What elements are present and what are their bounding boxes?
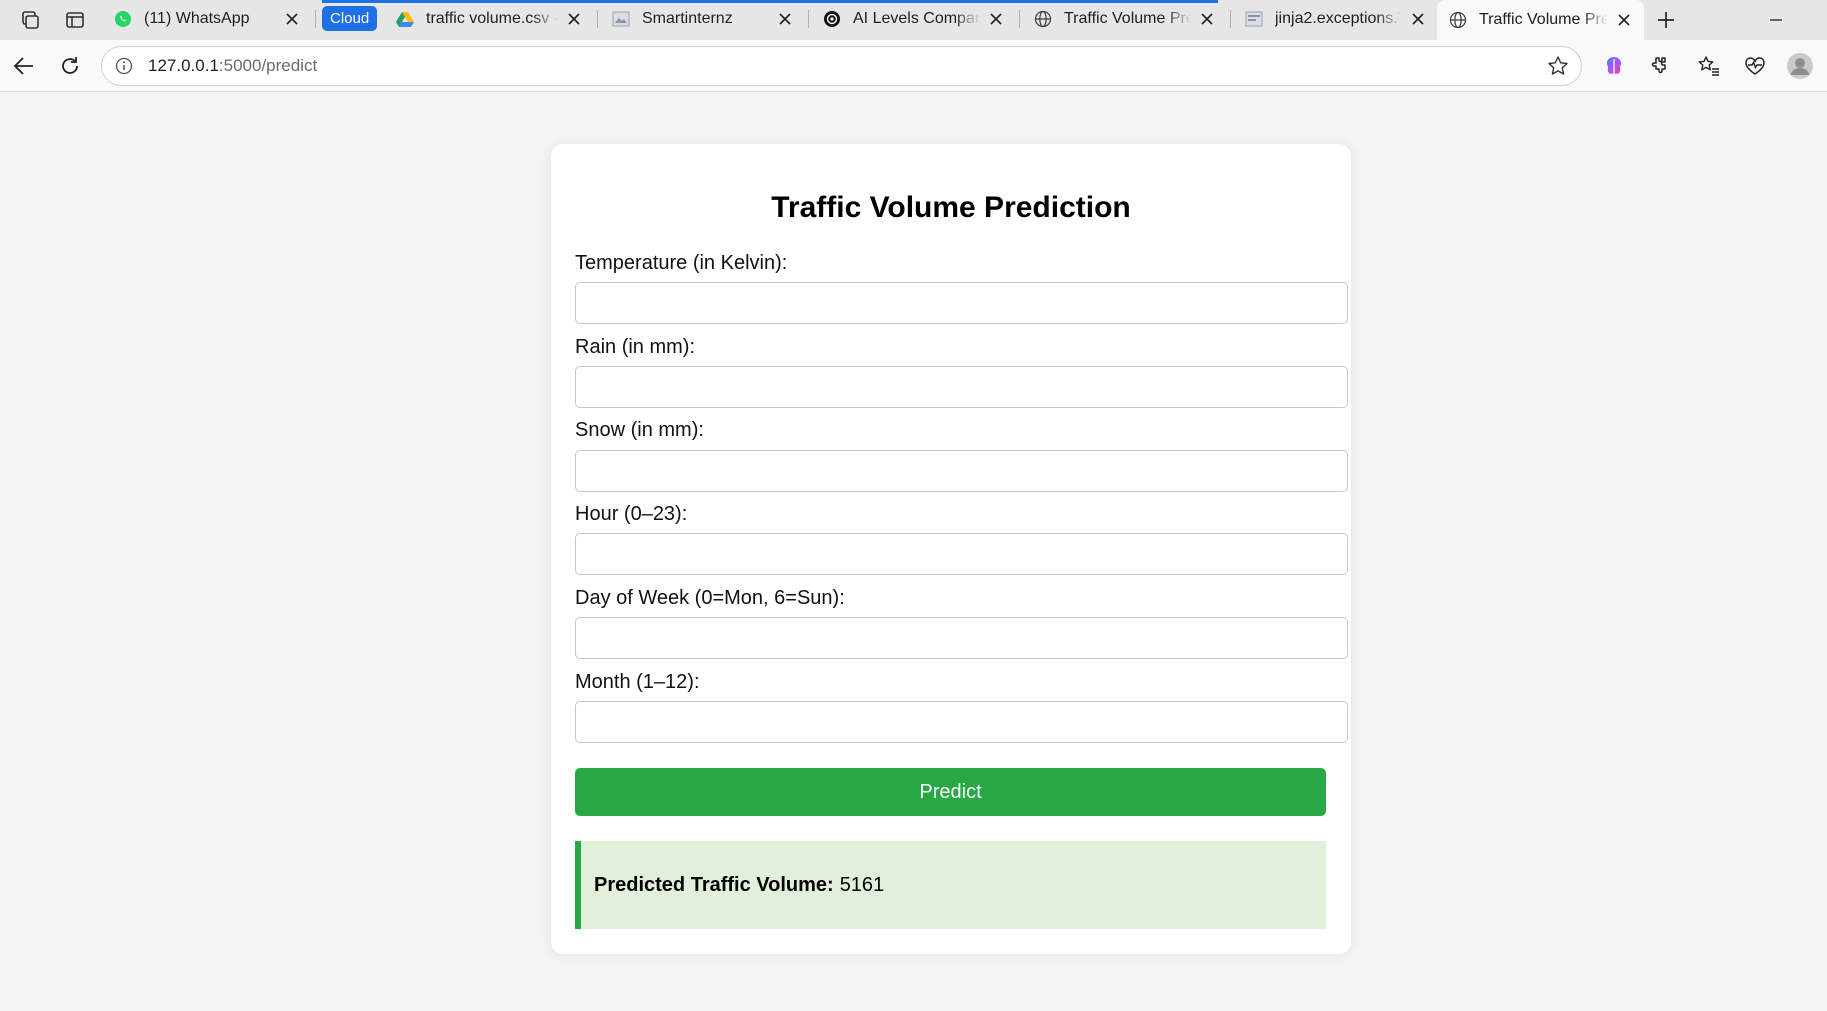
prediction-result: Predicted Traffic Volume: 5161	[575, 841, 1326, 929]
url-path: :5000/predict	[218, 56, 318, 75]
page-thumbnail-icon	[1245, 10, 1263, 28]
month-input[interactable]	[575, 701, 1348, 743]
puzzle-icon	[1651, 57, 1666, 74]
tab-smartinternz[interactable]: Smartinternz	[600, 0, 805, 37]
favorites-button[interactable]	[1692, 49, 1726, 83]
prediction-form-card: Traffic Volume Prediction Temperature (i…	[551, 144, 1351, 954]
reload-button[interactable]	[53, 49, 87, 83]
tab-title: traffic volume.csv - G	[426, 9, 558, 27]
snow-label: Snow (in mm):	[575, 419, 704, 441]
tab-separator	[315, 10, 316, 28]
profile-avatar[interactable]	[1783, 49, 1817, 83]
copilot-button[interactable]	[1597, 49, 1631, 83]
vertical-tabs-icon[interactable]	[59, 4, 91, 36]
url-text: 127.0.0.1:5000/predict	[148, 56, 317, 76]
globe-icon	[1449, 11, 1467, 29]
close-tab-icon[interactable]	[1614, 10, 1634, 30]
close-tab-icon[interactable]	[564, 9, 584, 29]
tab-title: Traffic Volume Predi	[1064, 9, 1191, 27]
tab-group-label[interactable]: Cloud	[322, 6, 378, 31]
tab-ai-levels[interactable]: AI Levels Comparison	[811, 0, 1016, 37]
close-tab-icon[interactable]	[282, 9, 302, 29]
back-button[interactable]	[7, 49, 41, 83]
predict-button[interactable]: Predict	[575, 768, 1326, 816]
minimize-icon	[1770, 19, 1782, 21]
google-drive-icon	[396, 10, 414, 28]
tab-whatsapp[interactable]: (11) WhatsApp	[102, 0, 312, 37]
browser-toolbar: 127.0.0.1:5000/predict	[0, 40, 1827, 92]
page-title: Traffic Volume Prediction	[771, 191, 1131, 224]
globe-icon	[1034, 10, 1052, 28]
tab-strip: (11) WhatsApp Cloud traffic volume.csv -…	[0, 0, 1827, 40]
browser-essentials-button[interactable]	[1738, 49, 1772, 83]
close-tab-icon[interactable]	[775, 9, 795, 29]
result-label: Predicted Traffic Volume:	[594, 873, 834, 896]
tab-jinja2-exceptions[interactable]: jinja2.exceptions.Ter	[1233, 0, 1438, 37]
avatar-icon	[1787, 53, 1813, 79]
reload-icon	[62, 57, 78, 74]
plus-icon	[1658, 12, 1674, 28]
tab-traffic-volume-active[interactable]: Traffic Volume Predi	[1437, 0, 1644, 40]
hour-input[interactable]	[575, 533, 1348, 575]
page-thumbnail-icon	[612, 10, 630, 28]
workspaces-icon[interactable]	[14, 4, 46, 36]
url-host: 127.0.0.1	[148, 56, 219, 75]
tab-title: (11) WhatsApp	[144, 9, 250, 27]
openai-icon	[823, 10, 841, 28]
heart-pulse-icon	[1745, 57, 1765, 75]
favorite-star-icon[interactable]	[1543, 51, 1573, 81]
day-of-week-label: Day of Week (0=Mon, 6=Sun):	[575, 587, 845, 609]
tab-title: Smartinternz	[642, 9, 733, 27]
tab-separator	[808, 10, 809, 28]
tab-separator	[1019, 10, 1020, 28]
tab-traffic-csv[interactable]: traffic volume.csv - G	[384, 0, 594, 37]
hour-label: Hour (0–23):	[575, 503, 688, 525]
site-info-icon[interactable]	[106, 57, 142, 75]
day-of-week-input[interactable]	[575, 617, 1348, 659]
minimize-window-button[interactable]	[1760, 4, 1792, 36]
rain-label: Rain (in mm):	[575, 336, 696, 358]
copilot-icon	[1607, 57, 1621, 74]
close-tab-icon[interactable]	[1197, 9, 1217, 29]
close-tab-icon[interactable]	[1408, 9, 1428, 29]
address-bar[interactable]: 127.0.0.1:5000/predict	[101, 46, 1582, 86]
extensions-button[interactable]	[1642, 49, 1676, 83]
back-arrow-icon	[13, 57, 33, 75]
new-tab-button[interactable]	[1650, 4, 1682, 36]
rain-input[interactable]	[575, 366, 1348, 408]
tab-traffic-volume-1[interactable]: Traffic Volume Predi	[1022, 0, 1227, 37]
tab-title: Traffic Volume Predi	[1479, 11, 1608, 28]
temperature-input[interactable]	[575, 282, 1348, 324]
temperature-label: Temperature (in Kelvin):	[575, 252, 788, 274]
result-value: 5161	[839, 873, 885, 896]
tab-title: jinja2.exceptions.Ter	[1275, 9, 1402, 27]
snow-input[interactable]	[575, 450, 1348, 492]
page-viewport: Traffic Volume Prediction Temperature (i…	[0, 92, 1827, 1011]
tab-separator	[1230, 10, 1231, 28]
month-label: Month (1–12):	[575, 671, 700, 693]
tab-separator	[597, 10, 598, 28]
tab-title: AI Levels Comparison	[853, 9, 980, 27]
whatsapp-icon	[114, 10, 132, 28]
close-tab-icon[interactable]	[986, 9, 1006, 29]
favorites-list-icon	[1698, 56, 1719, 76]
